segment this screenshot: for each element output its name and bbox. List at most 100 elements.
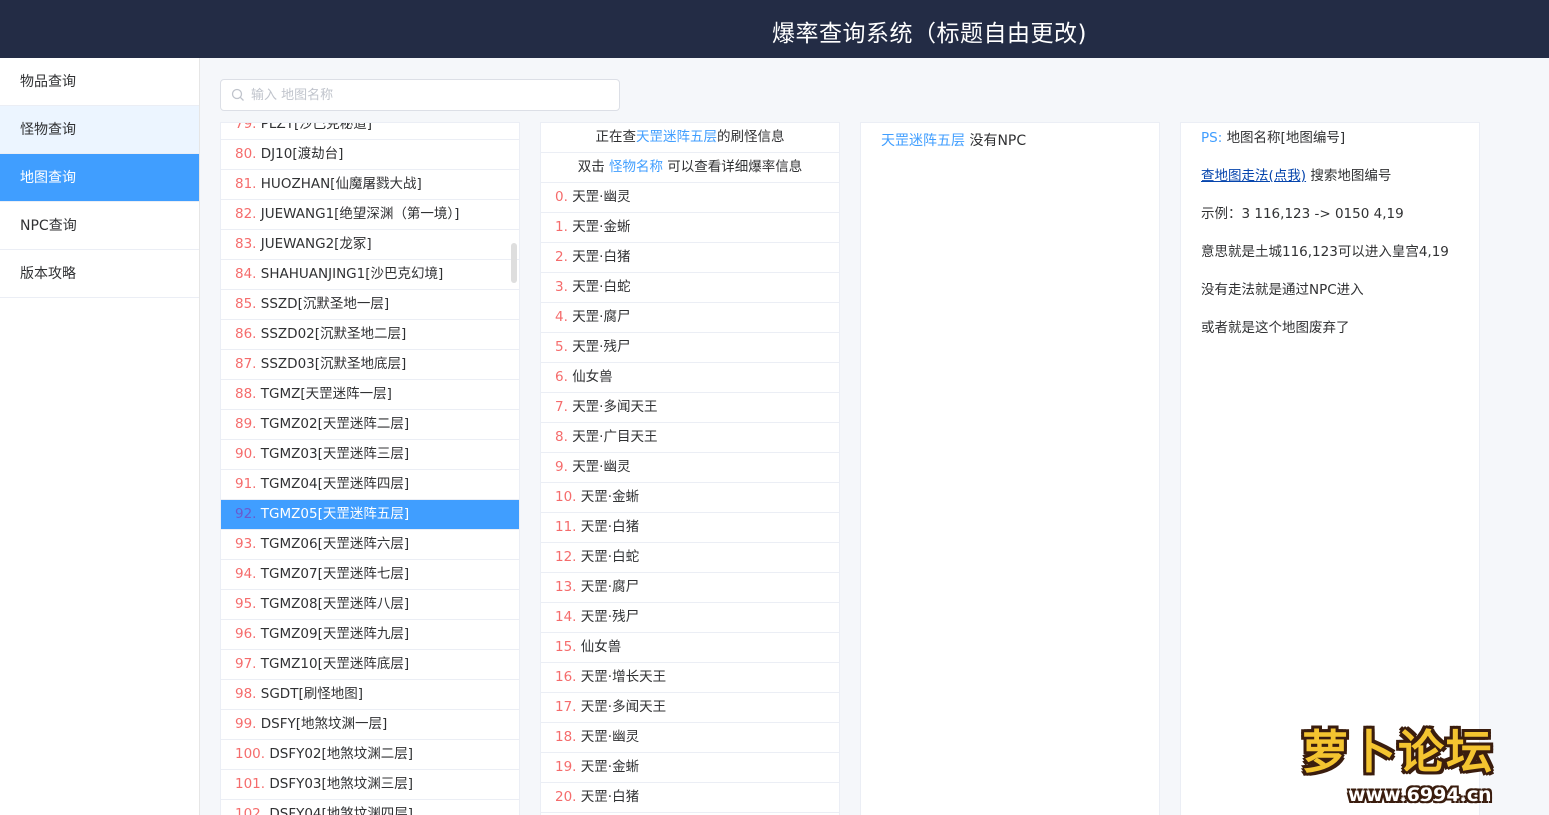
map-name: HUOZHAN[仙魔屠戮大战] [260, 176, 422, 192]
monster-list-item[interactable]: 1. 天罡·金蜥 [541, 213, 839, 243]
monster-list-item[interactable]: 15. 仙女兽 [541, 633, 839, 663]
monster-index: 2. [555, 249, 568, 265]
monster-list-item[interactable]: 10. 天罡·金蜥 [541, 483, 839, 513]
map-index: 89. [235, 416, 257, 432]
monster-list-item[interactable]: 3. 天罡·白蛇 [541, 273, 839, 303]
sidebar-item-item-query[interactable]: 物品查询 [0, 58, 199, 106]
map-list-panel[interactable]: 79. PLZY[沙巴克秘道] 80. DJ10[渡劫台] 81. HUOZHAN[… [220, 122, 520, 815]
watermark-url: www.6994.cn [1348, 784, 1492, 806]
monster-name: 天罡·广目天王 [572, 429, 658, 445]
search-icon [231, 88, 244, 101]
map-list-item[interactable]: 80. DJ10[渡劫台] [221, 140, 519, 170]
map-index: 99. [235, 716, 257, 732]
monster-index: 14. [555, 609, 577, 625]
map-list-item[interactable]: 88. TGMZ[天罡迷阵一层] [221, 380, 519, 410]
map-list-item[interactable]: 90. TGMZ03[天罡迷阵三层] [221, 440, 519, 470]
monster-list-item[interactable]: 14. 天罡·残尸 [541, 603, 839, 633]
page-title: 爆率查询系统（标题自由更改) [772, 21, 1087, 47]
map-list-item[interactable]: 79. PLZY[沙巴克秘道] [221, 123, 519, 140]
monster-list-item[interactable]: 2. 天罡·白猪 [541, 243, 839, 273]
map-list-item[interactable]: 85. SSZD[沉默圣地一层] [221, 290, 519, 320]
monster-index: 18. [555, 729, 577, 745]
map-list-item[interactable]: 89. TGMZ02[天罡迷阵二层] [221, 410, 519, 440]
monster-name: 天罡·金蜥 [572, 219, 631, 235]
map-list-item[interactable]: 93. TGMZ06[天罡迷阵六层] [221, 530, 519, 560]
sidebar-item-version-guide[interactable]: 版本攻略 [0, 250, 199, 298]
map-index: 94. [235, 566, 257, 582]
monster-name: 天罡·残尸 [580, 609, 640, 625]
npc-panel: 天罡迷阵五层 没有NPC [860, 122, 1160, 815]
map-index: 100. [235, 746, 266, 762]
map-list-item[interactable]: 84. SHAHUANJING1[沙巴克幻境] [221, 260, 519, 290]
hint-suffix: 可以查看详细爆率信息 [667, 159, 803, 175]
map-name: JUEWANG1[绝望深渊（第一境）] [260, 206, 460, 222]
map-name: DSFY04[地煞坟渊四层] [269, 806, 414, 815]
map-search-input[interactable] [251, 80, 611, 110]
monster-index: 20. [555, 789, 577, 805]
map-index: 90. [235, 446, 257, 462]
monster-index: 11. [555, 519, 577, 535]
hint-prefix: 双击 [577, 159, 605, 175]
watermark-logo-text: 萝卜论坛 [1302, 725, 1494, 779]
map-list-item[interactable]: 83. JUEWANG2[龙冢] [221, 230, 519, 260]
sidebar-item-monster-query[interactable]: 怪物查询 [0, 106, 199, 154]
map-list-item[interactable]: 99. DSFY[地煞坟渊一层] [221, 710, 519, 740]
map-list-item[interactable]: 92. TGMZ05[天罡迷阵五层] [221, 500, 519, 530]
map-list-item[interactable]: 91. TGMZ04[天罡迷阵四层] [221, 470, 519, 500]
map-list-item[interactable]: 87. SSZD03[沉默圣地底层] [221, 350, 519, 380]
map-list-item[interactable]: 96. TGMZ09[天罡迷阵九层] [221, 620, 519, 650]
map-index: 98. [235, 686, 257, 702]
monster-index: 10. [555, 489, 577, 505]
monster-list-item[interactable]: 5. 天罡·残尸 [541, 333, 839, 363]
map-index: 87. [235, 356, 257, 372]
map-list-item[interactable]: 95. TGMZ08[天罡迷阵八层] [221, 590, 519, 620]
monster-index: 13. [555, 579, 577, 595]
sidebar-item-npc-query[interactable]: NPC查询 [0, 202, 199, 250]
map-list-item[interactable]: 100. DSFY02[地煞坟渊二层] [221, 740, 519, 770]
monster-index: 16. [555, 669, 577, 685]
search-box[interactable] [220, 79, 620, 111]
map-index: 81. [235, 176, 257, 192]
map-index: 96. [235, 626, 257, 642]
route-line: 查地图走法(点我) 搜索地图编号 [1201, 167, 1479, 205]
map-list-item[interactable]: 94. TGMZ07[天罡迷阵七层] [221, 560, 519, 590]
map-list-item[interactable]: 86. SSZD02[沉默圣地二层] [221, 320, 519, 350]
map-name: TGMZ[天罡迷阵一层] [260, 386, 392, 402]
monster-list-item[interactable]: 12. 天罡·白蛇 [541, 543, 839, 573]
sidebar-item-map-query[interactable]: 地图查询 [0, 154, 199, 202]
map-name: TGMZ03[天罡迷阵三层] [260, 446, 410, 462]
map-list-item[interactable]: 101. DSFY03[地煞坟渊三层] [221, 770, 519, 800]
map-list-item[interactable]: 82. JUEWANG1[绝望深渊（第一境）] [221, 200, 519, 230]
map-list-item[interactable]: 102. DSFY04[地煞坟渊四层] [221, 800, 519, 815]
map-list-item[interactable]: 97. TGMZ10[天罡迷阵底层] [221, 650, 519, 680]
monster-list-item[interactable]: 8. 天罡·广目天王 [541, 423, 839, 453]
map-index: 92. [235, 506, 257, 522]
map-index: 85. [235, 296, 257, 312]
monster-list-item[interactable]: 4. 天罡·腐尸 [541, 303, 839, 333]
route-lookup-link[interactable]: 查地图走法(点我) [1201, 168, 1306, 184]
monster-index: 3. [555, 279, 568, 295]
monster-name: 仙女兽 [572, 369, 613, 385]
monster-list-item[interactable]: 9. 天罡·幽灵 [541, 453, 839, 483]
npc-map-name: 天罡迷阵五层 [881, 133, 965, 149]
monster-list-item[interactable]: 20. 天罡·白猪 [541, 783, 839, 813]
watermark-logo: 萝卜论坛 www.6994.cn [1298, 714, 1538, 812]
monster-list-item[interactable]: 16. 天罡·增长天王 [541, 663, 839, 693]
monster-list-item[interactable]: 19. 天罡·金蜥 [541, 753, 839, 783]
monster-list-item[interactable]: 17. 天罡·多闻天王 [541, 693, 839, 723]
scrollbar-thumb[interactable] [511, 243, 517, 283]
monster-list-item[interactable]: 13. 天罡·腐尸 [541, 573, 839, 603]
map-index: 101. [235, 776, 266, 792]
map-index: 80. [235, 146, 257, 162]
monster-list-item[interactable]: 7. 天罡·多闻天王 [541, 393, 839, 423]
map-list-item[interactable]: 98. SGDT[刷怪地图] [221, 680, 519, 710]
map-name: TGMZ05[天罡迷阵五层] [260, 506, 410, 522]
map-list-item[interactable]: 81. HUOZHAN[仙魔屠戮大战] [221, 170, 519, 200]
monster-list-item[interactable]: 0. 天罡·幽灵 [541, 183, 839, 213]
monster-list-item[interactable]: 11. 天罡·白猪 [541, 513, 839, 543]
monster-name: 天罡·白蛇 [572, 279, 631, 295]
monster-index: 0. [555, 189, 568, 205]
monster-list-item[interactable]: 18. 天罡·幽灵 [541, 723, 839, 753]
monster-list-item[interactable]: 6. 仙女兽 [541, 363, 839, 393]
monster-index: 12. [555, 549, 577, 565]
